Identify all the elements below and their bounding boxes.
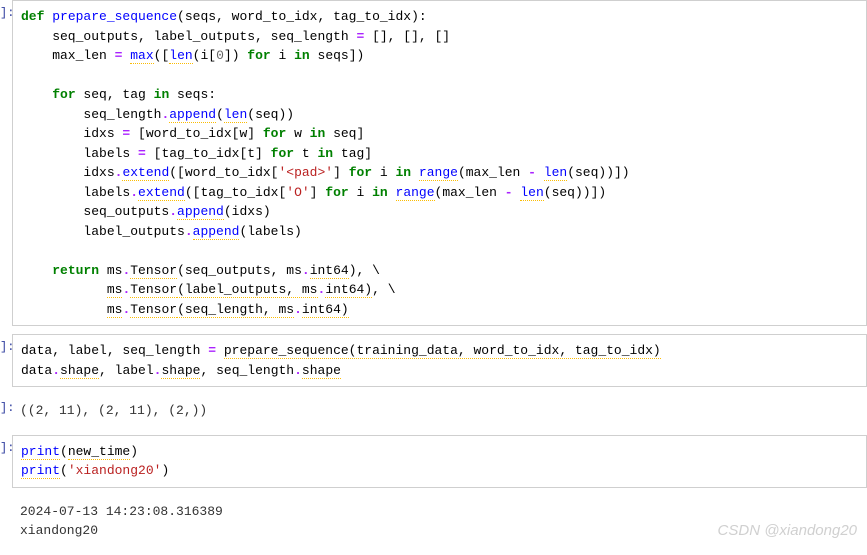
output-body: 2024-07-13 14:23:08.316389 xiandong20 — [12, 496, 867, 547]
output-cell: ]: ((2, 11), (2, 11), (2,)) — [0, 395, 867, 427]
output-body: ((2, 11), (2, 11), (2,)) — [12, 395, 867, 427]
code-content: def prepare_sequence(seqs, word_to_idx, … — [21, 7, 858, 319]
code-content: print(new_time) print('xiandong20') — [21, 442, 858, 481]
cell-prompt: ]: — [0, 0, 12, 326]
output-content: 2024-07-13 14:23:08.316389 xiandong20 — [20, 502, 859, 541]
code-cell: ]:print(new_time) print('xiandong20') — [0, 435, 867, 488]
code-content: data, label, seq_length = prepare_sequen… — [21, 341, 858, 380]
cell-prompt: ]: — [0, 435, 12, 488]
cell-prompt: ]: — [0, 334, 12, 387]
code-body[interactable]: print(new_time) print('xiandong20') — [12, 435, 867, 488]
cell-prompt — [0, 496, 12, 547]
code-cell: ]:def prepare_sequence(seqs, word_to_idx… — [0, 0, 867, 326]
code-body[interactable]: def prepare_sequence(seqs, word_to_idx, … — [12, 0, 867, 326]
code-body[interactable]: data, label, seq_length = prepare_sequen… — [12, 334, 867, 387]
cell-prompt: ]: — [0, 395, 12, 427]
code-cell: ]:data, label, seq_length = prepare_sequ… — [0, 334, 867, 387]
output-content: ((2, 11), (2, 11), (2,)) — [20, 401, 859, 421]
output-cell: 2024-07-13 14:23:08.316389 xiandong20 — [0, 496, 867, 547]
